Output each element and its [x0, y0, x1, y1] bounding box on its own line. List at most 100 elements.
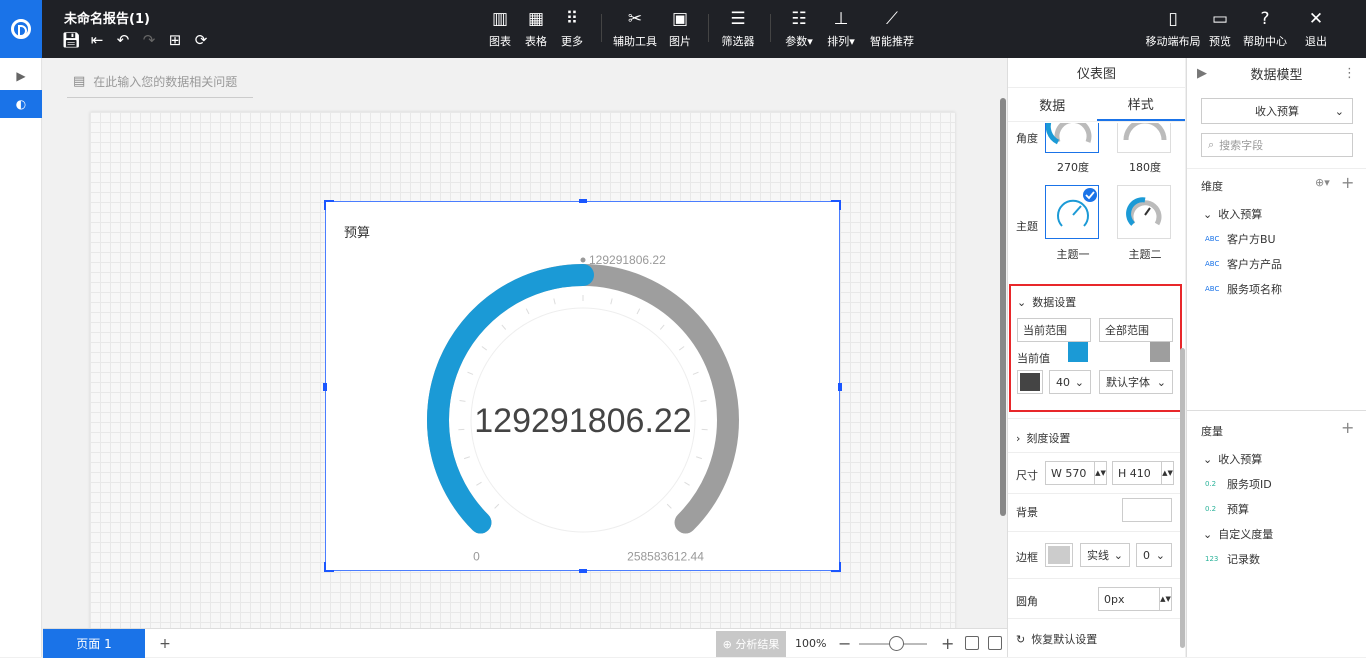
gauge-widget[interactable]: 预算 129291806.22129291806.220258583612.44 — [325, 201, 840, 571]
border-style-select[interactable]: 实线⌄ — [1080, 543, 1130, 567]
table-button[interactable]: ▦表格 — [518, 8, 554, 49]
collapse-panel-icon[interactable]: ▶︎ — [1197, 66, 1207, 81]
workspace-scrollbar[interactable] — [1000, 98, 1006, 516]
back-icon[interactable]: ⇤ — [88, 30, 106, 50]
add-measure-button[interactable]: + — [1341, 418, 1354, 437]
border-color-picker[interactable] — [1045, 543, 1073, 567]
radius-label: 圆角 — [1016, 593, 1038, 609]
gauge-tick — [476, 482, 481, 485]
report-title[interactable]: 未命名报告(1) — [64, 8, 150, 27]
height-input[interactable]: H 410▲▼ — [1112, 461, 1174, 485]
reset-icon: ↻ — [1016, 633, 1025, 646]
divider — [1008, 493, 1185, 494]
font-color-picker[interactable] — [1017, 370, 1043, 394]
more-vertical-icon[interactable]: ⋮ — [1343, 66, 1356, 81]
measure-field[interactable]: 0.2预算 — [1205, 501, 1249, 517]
params-button[interactable]: ☷参数▾ — [780, 8, 818, 49]
field-search-input[interactable]: ⌕搜索字段 — [1201, 133, 1353, 157]
add-dimension-button[interactable]: + — [1341, 173, 1354, 192]
resize-corner-bl[interactable] — [324, 562, 334, 572]
page-tab[interactable]: 页面 1 — [43, 629, 145, 658]
gauge-tick — [482, 347, 487, 351]
chart-button[interactable]: ▥图表 — [482, 8, 518, 49]
scale-settings-header[interactable]: ›刻度设置 — [1016, 430, 1070, 446]
background-color-picker[interactable] — [1122, 498, 1172, 522]
border-label: 边框 — [1016, 549, 1038, 565]
resize-handle-right[interactable] — [838, 383, 842, 391]
full-range-color-swatch[interactable] — [1150, 342, 1170, 362]
measure-field[interactable]: 123记录数 — [1205, 551, 1260, 567]
zoom-slider-knob[interactable] — [889, 636, 904, 651]
current-range-color-swatch[interactable] — [1068, 342, 1088, 362]
dimension-group[interactable]: ⌄收入预算 — [1203, 206, 1262, 222]
more-button[interactable]: ⠿更多 — [554, 8, 590, 49]
fit-width-icon[interactable] — [965, 636, 979, 650]
save-icon[interactable]: 💾︎ — [62, 30, 80, 50]
app-logo[interactable] — [0, 0, 42, 58]
panel-toggle-icon[interactable]: ▶︎ — [0, 62, 42, 90]
undo-icon[interactable]: ↶ — [114, 30, 132, 50]
arrange-button[interactable]: ⊥排列▾ — [818, 8, 864, 49]
width-stepper[interactable]: ▲▼ — [1094, 462, 1106, 484]
width-input[interactable]: W 570▲▼ — [1045, 461, 1107, 485]
dimension-field[interactable]: ABC客户方BU — [1205, 231, 1276, 247]
radius-stepper[interactable]: ▲▼ — [1159, 588, 1171, 610]
smart-recommend-button[interactable]: ⟋智能推荐 — [864, 8, 920, 49]
add-page-button[interactable]: + — [153, 629, 177, 658]
data-settings-header[interactable]: ⌄数据设置 — [1017, 294, 1076, 310]
filter-button[interactable]: ☰筛选器 — [718, 8, 758, 49]
ask-data-input[interactable]: ▤ 在此输入您的数据相关问题 — [67, 66, 253, 98]
aux-tools-button[interactable]: ✂辅助工具 — [610, 8, 660, 49]
gauge-chart: 129291806.22129291806.220258583612.44 — [326, 202, 839, 570]
gauge-max-label: 258583612.44 — [627, 550, 704, 564]
resize-corner-tr[interactable] — [831, 200, 841, 210]
border-width-select[interactable]: 0⌄ — [1136, 543, 1172, 567]
measure-field[interactable]: 0.2服务项ID — [1205, 476, 1272, 492]
theme-two-option[interactable] — [1117, 185, 1171, 239]
preview-button[interactable]: ▭预览 — [1202, 8, 1238, 49]
toolbar-divider — [708, 14, 709, 42]
reset-defaults-button[interactable]: ↻恢复默认设置 — [1016, 631, 1097, 647]
tab-data[interactable]: 数据 — [1008, 88, 1097, 121]
globe-icon[interactable]: ⊕▾ — [1315, 176, 1330, 189]
resize-corner-br[interactable] — [831, 562, 841, 572]
format-brush-icon[interactable]: ⊞ — [166, 30, 184, 50]
fit-screen-icon[interactable] — [988, 636, 1002, 650]
font-size-select[interactable]: 40⌄ — [1049, 370, 1091, 394]
radius-input[interactable]: 0px▲▼ — [1098, 587, 1172, 611]
help-button[interactable]: ?帮助中心 — [1238, 8, 1292, 49]
resize-handle-left[interactable] — [323, 383, 327, 391]
zoom-level: 100% — [795, 629, 826, 658]
dimension-field[interactable]: ABC服务项名称 — [1205, 281, 1282, 297]
resize-corner-tl[interactable] — [324, 200, 334, 210]
font-family-select[interactable]: 默认字体⌄ — [1099, 370, 1173, 394]
dimension-field[interactable]: ABC客户方产品 — [1205, 256, 1282, 272]
resize-handle-bottom[interactable] — [579, 569, 587, 573]
image-icon: ▣ — [672, 8, 688, 30]
zoom-out-button[interactable]: − — [838, 629, 851, 658]
split-divider[interactable] — [1187, 410, 1366, 411]
resize-handle-top[interactable] — [579, 199, 587, 203]
zoom-in-button[interactable]: + — [941, 629, 954, 658]
height-stepper[interactable]: ▲▼ — [1161, 462, 1173, 484]
tab-style[interactable]: 样式 — [1097, 88, 1186, 121]
gauge-layer-icon[interactable]: ◐ — [0, 90, 42, 118]
props-scrollbar[interactable] — [1180, 348, 1185, 648]
size-label: 尺寸 — [1016, 467, 1038, 483]
theme-one-option[interactable] — [1045, 185, 1099, 239]
refresh-icon[interactable]: ⟳ — [192, 30, 210, 50]
mobile-layout-button[interactable]: ▯移动端布局 — [1144, 8, 1202, 49]
analysis-result-button[interactable]: ⊕ 分析结果 — [716, 631, 786, 657]
chevron-down-icon: ⌄ — [1335, 105, 1344, 118]
smart-recommend-icon: ⟋ — [886, 8, 898, 30]
dataset-select[interactable]: 收入预算⌄ — [1201, 98, 1353, 124]
redo-icon[interactable]: ↷ — [140, 30, 158, 50]
image-button[interactable]: ▣图片 — [660, 8, 700, 49]
toolbar-divider — [770, 14, 771, 42]
report-canvas[interactable]: 预算 129291806.22129291806.220258583612.44 — [90, 112, 955, 628]
exit-button[interactable]: ✕退出 — [1298, 8, 1334, 49]
custom-measure-group[interactable]: ⌄自定义度量 — [1203, 526, 1273, 542]
gauge-tick — [460, 400, 466, 401]
measure-group[interactable]: ⌄收入预算 — [1203, 451, 1262, 467]
chevron-right-icon: › — [1016, 432, 1020, 445]
